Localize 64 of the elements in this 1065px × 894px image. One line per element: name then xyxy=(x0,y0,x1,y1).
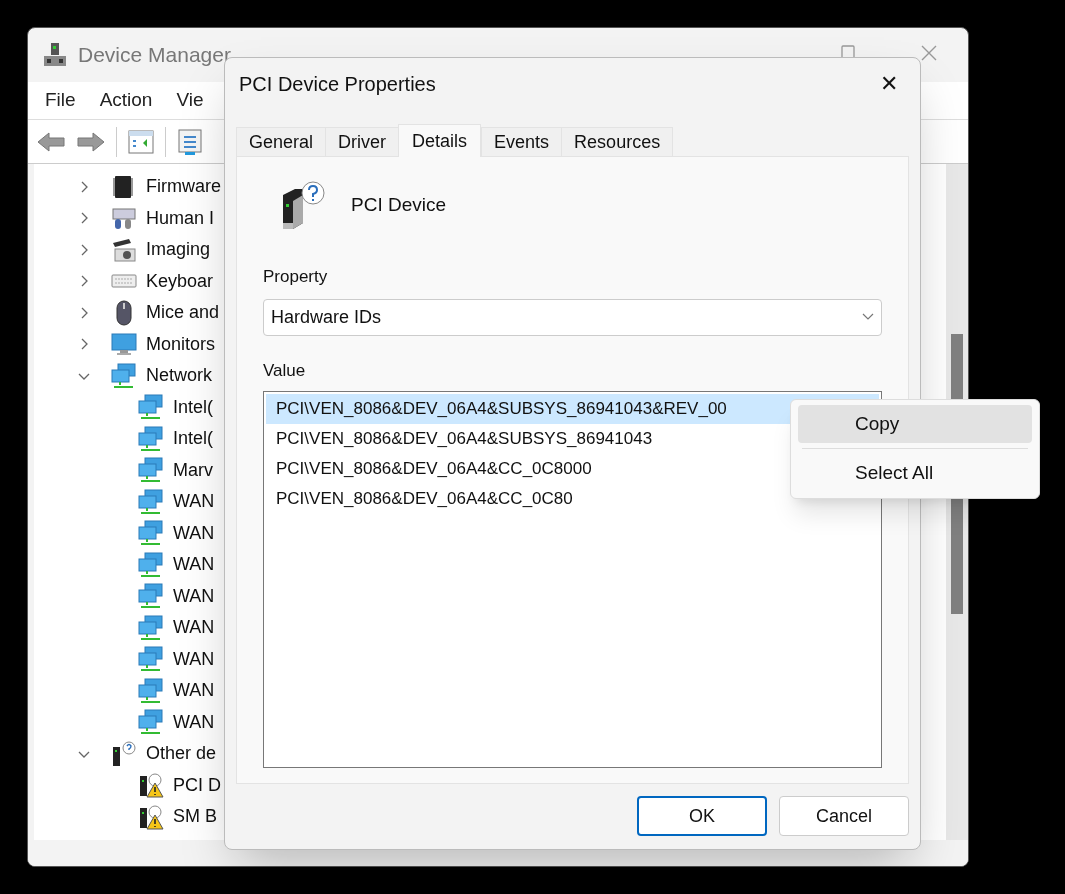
tree-item[interactable]: WAN xyxy=(173,677,215,705)
dialog-button[interactable]: OK xyxy=(637,796,767,836)
tree-item[interactable]: Marv xyxy=(173,456,213,484)
property-dropdown[interactable]: Hardware IDs xyxy=(263,298,882,336)
network-icon xyxy=(138,394,164,421)
tree-item[interactable]: Monitors xyxy=(146,330,216,358)
menu-item[interactable]: Action xyxy=(99,86,153,115)
tree-item[interactable]: Firmware xyxy=(146,173,221,201)
network-icon xyxy=(138,583,164,610)
tree-item[interactable]: WAN xyxy=(173,708,215,736)
tree-item[interactable]: Keyboar xyxy=(146,267,214,295)
tree-item[interactable]: WAN xyxy=(173,551,215,579)
menu-item[interactable]: Copy xyxy=(798,405,1032,443)
network-icon xyxy=(111,362,137,389)
menu-item[interactable]: File xyxy=(45,86,76,115)
tree-item[interactable]: Other de xyxy=(146,740,217,768)
network-icon xyxy=(138,709,164,736)
network-icon xyxy=(138,614,164,641)
unknown-device-icon xyxy=(111,740,137,767)
monitor-icon xyxy=(111,331,137,358)
window-title: Device Manager xyxy=(78,42,231,69)
tree-item[interactable]: WAN xyxy=(173,519,215,547)
warning-device-icon xyxy=(138,803,164,830)
tree-item[interactable]: SM B xyxy=(173,803,217,831)
network-icon xyxy=(138,677,164,704)
tab[interactable]: Resources xyxy=(561,127,674,156)
tree-item[interactable]: Imaging xyxy=(146,236,211,264)
tree-item[interactable]: Network xyxy=(146,362,212,390)
network-icon xyxy=(138,457,164,484)
camera-icon xyxy=(111,236,137,263)
tree-item[interactable]: WAN xyxy=(173,645,215,673)
network-icon xyxy=(138,488,164,515)
value-label: Value xyxy=(263,359,306,382)
properties-icon[interactable] xyxy=(176,127,204,156)
network-icon xyxy=(138,425,164,452)
tree-item[interactable]: WAN xyxy=(173,488,215,516)
network-icon xyxy=(138,551,164,578)
dialog-button[interactable]: Cancel xyxy=(779,796,909,836)
tab[interactable]: General xyxy=(236,127,327,156)
property-label: Property xyxy=(263,266,328,288)
device-manager-icon xyxy=(42,42,68,68)
warning-device-icon xyxy=(138,772,164,799)
tree-item[interactable]: PCI D xyxy=(173,771,221,799)
close-icon[interactable] xyxy=(921,45,937,61)
dialog-title: PCI Device Properties xyxy=(239,72,436,97)
tree-item[interactable]: Intel( xyxy=(173,425,214,453)
console-tree-icon[interactable] xyxy=(127,128,155,155)
tree-item[interactable]: Human I xyxy=(146,204,215,232)
close-button[interactable]: ✕ xyxy=(876,73,902,95)
dropdown-value: Hardware IDs xyxy=(271,305,382,329)
menu-item[interactable]: Vie xyxy=(176,86,204,115)
forward-arrow-icon[interactable] xyxy=(76,129,106,154)
chevron-down-icon xyxy=(862,313,874,321)
tree-item[interactable]: Mice and xyxy=(146,299,220,327)
network-icon xyxy=(138,520,164,547)
network-icon xyxy=(138,646,164,673)
tree-item[interactable]: WAN xyxy=(173,614,215,642)
keyboard-and-mouse-icon xyxy=(111,205,137,232)
device-name: PCI Device xyxy=(351,192,447,217)
back-arrow-icon[interactable] xyxy=(36,129,66,154)
tree-item[interactable]: Intel( xyxy=(173,393,214,421)
tab[interactable]: Details xyxy=(398,124,482,157)
tab[interactable]: Events xyxy=(481,127,563,156)
tree-item[interactable]: WAN xyxy=(173,582,215,610)
